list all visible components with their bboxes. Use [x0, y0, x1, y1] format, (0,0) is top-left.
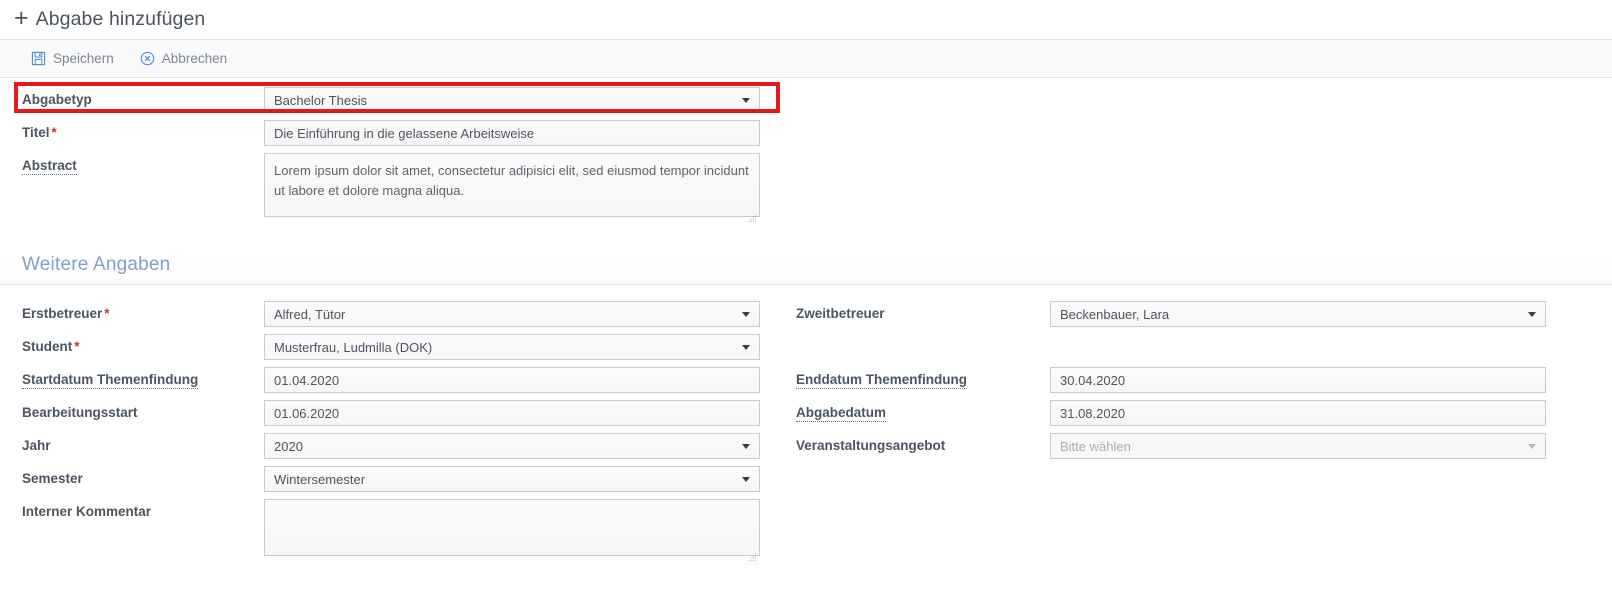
chevron-down-icon [742, 444, 750, 449]
abgabedatum-value: 31.08.2020 [1060, 405, 1126, 421]
page-title: Abgabe hinzufügen [35, 8, 206, 30]
enddatum-themenfindung-value: 30.04.2020 [1060, 372, 1126, 388]
label-abgabedatum: Abgabedatum [796, 405, 887, 422]
titel-input[interactable]: Die Einführung in die gelassene Arbeitsw… [264, 120, 760, 146]
titel-value: Die Einführung in die gelassene Arbeitsw… [274, 125, 535, 141]
label-zweitbetreuer: Zweitbetreuer [796, 306, 885, 321]
form-row-semester: Semester Wintersemester [0, 466, 1612, 499]
page-header: + Abgabe hinzufügen [0, 0, 1612, 40]
label-startdatum-themenfindung: Startdatum Themenfindung [22, 372, 199, 389]
abgabetyp-value: Bachelor Thesis [274, 92, 367, 108]
veranstaltungsangebot-placeholder: Bitte wählen [1060, 438, 1131, 454]
form-row-jahr: Jahr 2020 Veranstaltungsangebot Bitte wä… [0, 433, 1612, 466]
chevron-down-icon [1528, 312, 1536, 317]
student-value: Musterfrau, Ludmilla (DOK) [274, 339, 433, 355]
erstbetreuer-select[interactable]: Alfred, Tütor [264, 301, 760, 327]
bearbeitungsstart-value: 01.06.2020 [274, 405, 340, 421]
zweitbetreuer-value: Beckenbauer, Lara [1060, 306, 1170, 322]
required-marker-erstbetreuer: * [104, 306, 110, 321]
jahr-select[interactable]: 2020 [264, 433, 760, 459]
chevron-down-icon [742, 477, 750, 482]
label-interner-kommentar: Interner Kommentar [22, 504, 152, 519]
label-abstract: Abstract [22, 158, 77, 175]
circle-x-icon [140, 51, 155, 66]
chevron-down-icon [742, 312, 750, 317]
form-area: Abgabetyp Bachelor Thesis Titel * Die Ein… [0, 78, 1612, 562]
veranstaltungsangebot-select[interactable]: Bitte wählen [1050, 433, 1546, 459]
form-row-themenfindung: Startdatum Themenfindung 01.04.2020 Endd… [0, 367, 1612, 400]
erstbetreuer-value: Alfred, Tütor [274, 306, 346, 322]
plus-icon: + [14, 4, 29, 32]
student-select[interactable]: Musterfrau, Ludmilla (DOK) [264, 334, 760, 360]
cancel-button[interactable]: Abbrechen [140, 51, 227, 66]
abgabetyp-select[interactable]: Bachelor Thesis [264, 87, 760, 113]
enddatum-themenfindung-input[interactable]: 30.04.2020 [1050, 367, 1546, 393]
form-row-student: Student * Musterfrau, Ludmilla (DOK) [0, 334, 1612, 367]
semester-value: Wintersemester [274, 471, 366, 487]
cancel-button-label: Abbrechen [161, 51, 228, 66]
form-row-bearbeitungsstart: Bearbeitungsstart 01.06.2020 Abgabedatum… [0, 400, 1612, 433]
label-bearbeitungsstart: Bearbeitungsstart [22, 405, 138, 420]
form-row-abstract: Abstract [0, 153, 1612, 223]
interner-kommentar-textarea[interactable] [264, 499, 760, 556]
abstract-textarea[interactable] [264, 153, 760, 217]
label-semester: Semester [22, 471, 83, 486]
bearbeitungsstart-input[interactable]: 01.06.2020 [264, 400, 760, 426]
label-enddatum-themenfindung: Enddatum Themenfindung [796, 372, 967, 389]
startdatum-themenfindung-value: 01.04.2020 [274, 372, 340, 388]
jahr-value: 2020 [274, 438, 303, 454]
action-toolbar: Speichern Abbrechen [0, 40, 1612, 78]
required-marker-titel: * [51, 125, 57, 140]
chevron-down-icon [742, 98, 750, 103]
semester-select[interactable]: Wintersemester [264, 466, 760, 492]
section-title: Weitere Angaben [22, 254, 171, 275]
label-jahr: Jahr [22, 438, 51, 453]
startdatum-themenfindung-input[interactable]: 01.04.2020 [264, 367, 760, 393]
chevron-down-icon [1528, 444, 1536, 449]
label-veranstaltungsangebot: Veranstaltungsangebot [796, 438, 946, 453]
label-titel: Titel * [22, 125, 57, 140]
form-row-titel: Titel * Die Einführung in die gelassene A… [0, 120, 1612, 153]
zweitbetreuer-select[interactable]: Beckenbauer, Lara [1050, 301, 1546, 327]
abgabedatum-input[interactable]: 31.08.2020 [1050, 400, 1546, 426]
form-row-erstbetreuer: Erstbetreuer * Alfred, Tütor Zweitbetreue… [0, 301, 1612, 334]
form-row-interner-kommentar: Interner Kommentar [0, 499, 1612, 562]
required-marker-student: * [74, 339, 80, 354]
save-button[interactable]: Speichern [31, 51, 114, 66]
chevron-down-icon [742, 345, 750, 350]
save-button-label: Speichern [53, 51, 114, 66]
label-abgabetyp: Abgabetyp [22, 92, 92, 107]
label-student: Student * [22, 339, 80, 354]
label-erstbetreuer: Erstbetreuer * [22, 306, 110, 321]
form-row-abgabetyp: Abgabetyp Bachelor Thesis [0, 87, 1612, 120]
section-weitere-angaben: Weitere Angaben [0, 254, 1612, 285]
floppy-disk-icon [31, 51, 46, 66]
